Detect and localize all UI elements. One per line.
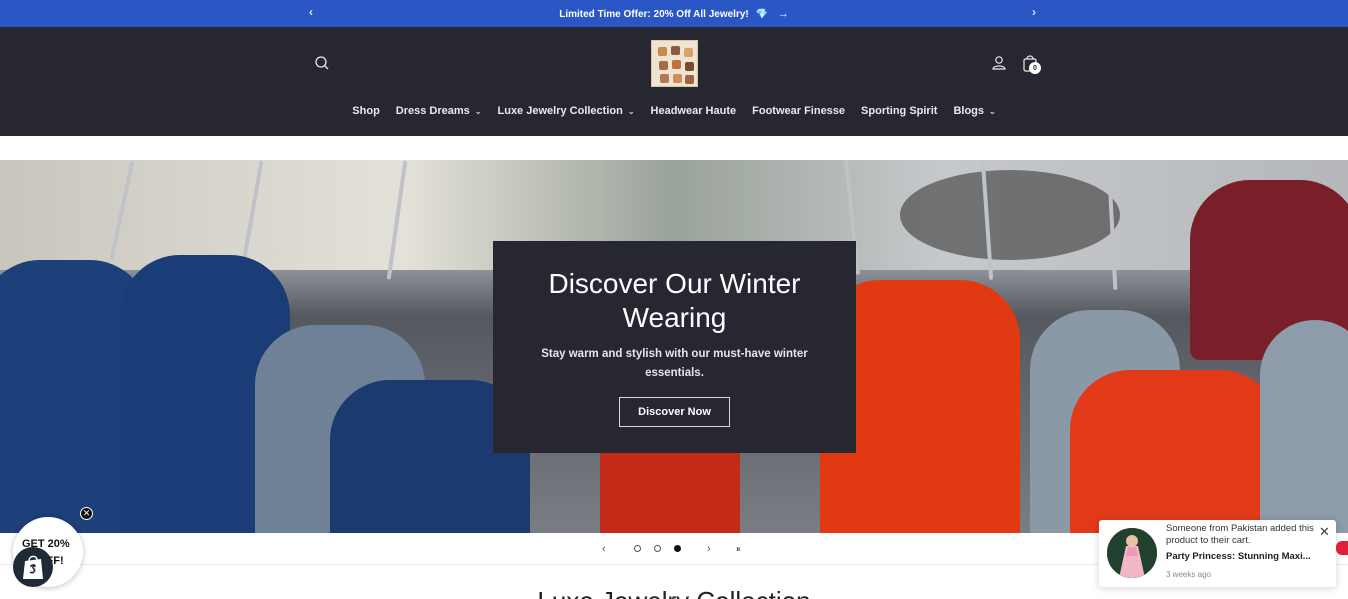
hero-banner: Discover Our Winter Wearing Stay warm an… (0, 160, 1348, 533)
coat-red (1070, 370, 1280, 533)
chevron-down-icon: ⌄ (627, 106, 635, 116)
nav-item-label: Headwear Haute (650, 105, 737, 117)
slider-dot-1[interactable] (634, 545, 641, 552)
nav-item-headwear-haute[interactable]: Headwear Haute (643, 105, 745, 117)
logo-glyph (672, 60, 681, 69)
shopify-bag-icon[interactable] (13, 547, 53, 587)
cart-count-badge: 0 (1029, 62, 1041, 74)
coat-gray (1260, 320, 1348, 533)
announcement-text: Limited Time Offer: 20% Off All Jewelry! (559, 8, 749, 20)
announcement-link[interactable]: Limited Time Offer: 20% Off All Jewelry!… (559, 8, 789, 20)
logo-glyph (658, 47, 667, 56)
gem-icon: 💎 (755, 8, 768, 20)
logo-glyph (673, 74, 682, 83)
store-logo[interactable] (651, 40, 698, 87)
logo-glyph (659, 61, 668, 70)
slider-dot-3[interactable] (674, 545, 681, 552)
close-icon[interactable]: ✕ (1319, 524, 1330, 540)
notification-time: 3 weeks ago (1166, 570, 1211, 579)
slider-next-button[interactable]: › (707, 543, 711, 555)
chevron-down-icon: ⌄ (474, 106, 482, 116)
logo-glyph (685, 62, 694, 71)
notification-side-tab[interactable] (1336, 541, 1348, 555)
pause-icon[interactable]: ⏸ (736, 544, 741, 555)
sales-notification[interactable]: Someone from Pakistan added this product… (1099, 520, 1336, 587)
hero-title: Discover Our Winter Wearing (548, 268, 801, 333)
announcement-bar: ‹ Limited Time Offer: 20% Off All Jewelr… (0, 0, 1348, 27)
slider-prev-button[interactable]: ‹ (602, 543, 606, 555)
search-icon[interactable] (313, 54, 331, 72)
section-heading: Luxe Jewelry Collection (0, 586, 1348, 599)
nav-item-shop[interactable]: Shop (344, 105, 388, 117)
nav-item-footwear-finesse[interactable]: Footwear Finesse (744, 105, 853, 117)
notification-message: Someone from Pakistan added this product… (1166, 523, 1314, 546)
nav-item-label: Sporting Spirit (861, 105, 938, 117)
logo-glyph (660, 74, 669, 83)
chevron-down-icon: ⌄ (989, 106, 996, 116)
slider-dot-2[interactable] (654, 545, 661, 552)
nav-item-dress-dreams[interactable]: Dress Dreams ⌄ (388, 105, 490, 117)
notification-product-name[interactable]: Party Princess: Stunning Maxi... (1166, 551, 1316, 562)
hero-background (900, 170, 1120, 260)
hero-content-box: Discover Our Winter Wearing Stay warm an… (493, 241, 856, 453)
hero-subtitle: Stay warm and stylish with our must-have… (541, 348, 808, 379)
account-icon[interactable] (990, 54, 1008, 72)
nav-item-label: Shop (352, 105, 380, 117)
discount-close-button[interactable]: ✕ (80, 507, 93, 520)
nav-item-luxe-jewelry[interactable]: Luxe Jewelry Collection ⌄ (490, 105, 643, 117)
nav-item-sporting-spirit[interactable]: Sporting Spirit (853, 105, 945, 117)
nav-item-label: Dress Dreams (395, 105, 470, 117)
announcement-prev-button[interactable]: ‹ (309, 5, 313, 19)
nav-item-label: Footwear Finesse (752, 105, 846, 117)
product-thumbnail (1107, 528, 1157, 578)
site-header: 0 Shop Dress Dreams ⌄ Luxe Jewelry Colle… (0, 27, 1348, 136)
arrow-right-icon: → (777, 7, 789, 20)
discover-now-button[interactable]: Discover Now (619, 397, 730, 427)
nav-item-blogs[interactable]: Blogs ⌄ (945, 105, 1003, 117)
nav-item-label: Blogs (953, 105, 984, 117)
logo-glyph (685, 75, 694, 84)
logo-glyph (671, 46, 680, 55)
logo-glyph (684, 48, 693, 57)
nav-item-label: Luxe Jewelry Collection (497, 105, 623, 117)
main-nav: Shop Dress Dreams ⌄ Luxe Jewelry Collect… (0, 105, 1348, 117)
announcement-next-button[interactable]: › (1032, 5, 1036, 19)
